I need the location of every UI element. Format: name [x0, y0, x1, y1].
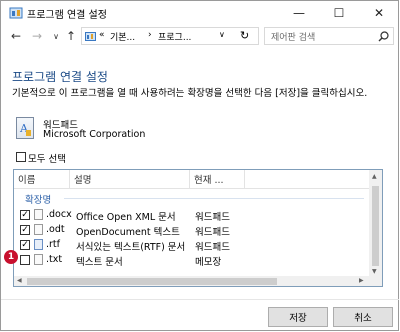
- step-marker-badge: 1: [4, 250, 18, 264]
- column-name-label: 이름: [18, 175, 36, 186]
- column-description-label: 설명: [74, 175, 92, 186]
- docx-file-icon: [34, 209, 43, 220]
- horizontal-scrollbar[interactable]: ◀ ▶: [14, 276, 369, 286]
- row-current-program: 워드패드: [195, 242, 230, 253]
- column-current-label: 현재 ...: [194, 175, 224, 186]
- vertical-scrollbar[interactable]: ▲ ▼: [369, 170, 382, 286]
- minimize-button[interactable]: —: [279, 1, 319, 25]
- row-checkbox[interactable]: ✓: [20, 225, 30, 235]
- program-publisher: Microsoft Corporation: [43, 129, 146, 140]
- column-header-current[interactable]: 현재 ...: [190, 170, 245, 188]
- group-header-extensions[interactable]: 확장명: [25, 192, 51, 206]
- scroll-right-arrow-icon[interactable]: ▶: [359, 277, 364, 284]
- select-all-checkbox[interactable]: [16, 152, 26, 162]
- row-checkbox[interactable]: ✓: [20, 210, 30, 220]
- odt-file-icon: [34, 224, 43, 235]
- footer-divider: [1, 299, 399, 300]
- row-current-program: 메모장: [195, 257, 222, 268]
- row-description: OpenDocument 텍스트: [76, 227, 180, 238]
- search-input[interactable]: 제어판 검색: [271, 30, 315, 43]
- group-divider: [64, 198, 364, 199]
- row-current-program: 워드패드: [195, 212, 230, 223]
- row-extension: .docx: [46, 209, 72, 220]
- cancel-button[interactable]: 취소: [333, 307, 393, 327]
- maximize-button[interactable]: ☐: [319, 1, 359, 25]
- scroll-left-arrow-icon[interactable]: ◀: [17, 277, 22, 284]
- refresh-icon[interactable]: ↻: [240, 29, 249, 42]
- list-row-docx[interactable]: ✓ .docx Office Open XML 문서 워드패드: [14, 208, 369, 223]
- list-row-rtf[interactable]: ✓ .rtf 서식있는 텍스트(RTF) 문서 워드패드: [14, 238, 369, 253]
- header-divider: [14, 188, 369, 189]
- control-panel-icon: [9, 7, 23, 19]
- column-header-name[interactable]: 이름: [14, 170, 70, 188]
- search-box[interactable]: 제어판 검색: [264, 27, 394, 45]
- folder-icon: [85, 32, 96, 41]
- page-title: 프로그램 연결 설정: [12, 70, 108, 84]
- address-bar[interactable]: « 기본... › 프로그... ∨ ↻: [81, 27, 259, 45]
- address-dropdown-icon[interactable]: ∨: [219, 30, 225, 39]
- search-icon[interactable]: [378, 31, 389, 42]
- txt-file-icon: [34, 254, 43, 265]
- list-row-txt[interactable]: .txt 텍스트 문서 메모장: [14, 253, 369, 268]
- title-bar: 프로그램 연결 설정 — ☐ ✕: [1, 1, 399, 25]
- row-checkbox[interactable]: ✓: [20, 240, 30, 250]
- horizontal-scroll-thumb[interactable]: [27, 278, 277, 285]
- row-extension: .txt: [46, 254, 63, 265]
- window-title: 프로그램 연결 설정: [27, 10, 107, 21]
- row-current-program: 워드패드: [195, 227, 230, 238]
- forward-button[interactable]: →: [28, 27, 46, 45]
- scroll-up-arrow-icon[interactable]: ▲: [372, 173, 377, 180]
- address-prefix: «: [99, 30, 105, 40]
- breadcrumb-item-program[interactable]: 프로그...: [158, 30, 191, 43]
- close-button[interactable]: ✕: [359, 1, 399, 25]
- row-extension: .odt: [46, 224, 65, 235]
- breadcrumb-item-basic[interactable]: 기본...: [110, 30, 135, 43]
- extension-list[interactable]: 이름 설명 현재 ... 확장명 ✓ .docx Office Open XML…: [13, 169, 383, 287]
- select-all-label: 모두 선택: [28, 154, 66, 165]
- column-header-description[interactable]: 설명: [70, 170, 190, 188]
- scroll-down-arrow-icon[interactable]: ▼: [372, 268, 377, 275]
- instruction-text: 기본적으로 이 프로그램을 열 때 사용하려는 확장명을 선택한 다음 [저장]…: [12, 88, 368, 99]
- vertical-scroll-thumb[interactable]: [372, 186, 379, 266]
- row-description: 텍스트 문서: [76, 257, 123, 268]
- wordpad-icon: A: [16, 117, 34, 139]
- row-extension: .rtf: [46, 239, 60, 250]
- up-button[interactable]: ↑: [62, 27, 80, 45]
- row-checkbox[interactable]: [20, 255, 30, 265]
- rtf-file-icon: [34, 239, 43, 250]
- row-description: 서식있는 텍스트(RTF) 문서: [76, 242, 186, 253]
- breadcrumb-separator: ›: [148, 30, 152, 40]
- back-button[interactable]: ←: [7, 27, 25, 45]
- row-description: Office Open XML 문서: [76, 212, 176, 223]
- save-button[interactable]: 저장: [268, 307, 328, 327]
- dialog-window: 프로그램 연결 설정 — ☐ ✕ ← → ∨ ↑ « 기본... › 프로그..…: [0, 0, 399, 331]
- list-row-odt[interactable]: ✓ .odt OpenDocument 텍스트 워드패드: [14, 223, 369, 238]
